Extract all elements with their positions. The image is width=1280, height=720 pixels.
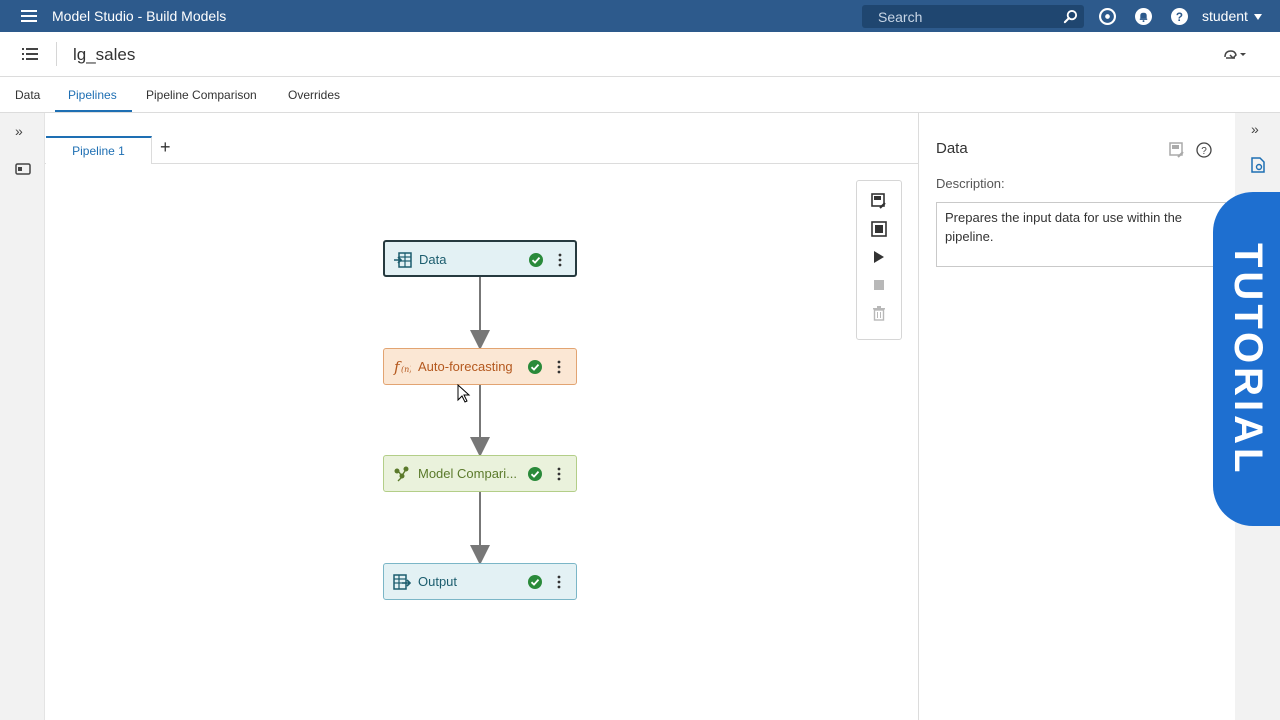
help-icon[interactable]: ?	[1196, 142, 1212, 158]
svg-text:?: ?	[1176, 11, 1183, 24]
app-title: Model Studio - Build Models	[52, 8, 227, 24]
pipeline-tabs: Pipeline 1 +	[45, 113, 918, 164]
projects-list-icon[interactable]	[22, 47, 38, 61]
node-output[interactable]: Output	[383, 563, 577, 600]
delete-icon[interactable]	[871, 305, 887, 321]
tab-overrides[interactable]: Overrides	[288, 88, 340, 102]
project-header: lg_sales	[0, 32, 1280, 77]
model-comparison-icon	[394, 466, 409, 482]
help-icon[interactable]: ?	[1171, 8, 1188, 25]
recent-history-icon[interactable]	[1099, 8, 1116, 25]
more-options-icon[interactable]	[552, 573, 566, 591]
data-source-icon	[394, 252, 412, 268]
node-auto-forecasting[interactable]: f (n) Auto-forecasting	[383, 348, 577, 385]
add-pipeline-button[interactable]: +	[160, 137, 171, 158]
completed-check-icon	[528, 575, 542, 589]
project-title: lg_sales	[73, 45, 136, 64]
node-label: Model Compari...	[418, 466, 517, 481]
search-box	[862, 5, 1084, 28]
save-properties-icon[interactable]	[1169, 142, 1185, 158]
node-data[interactable]: Data	[383, 240, 577, 277]
node-label: Auto-forecasting	[418, 359, 513, 374]
chevron-down-icon	[1253, 14, 1262, 21]
user-name: student	[1202, 8, 1248, 24]
svg-text:(n): (n)	[401, 365, 411, 374]
more-options-icon[interactable]	[553, 251, 567, 269]
tutorial-label: TUTORIAL	[1226, 243, 1270, 477]
fit-view-icon[interactable]	[871, 221, 887, 237]
active-tab-indicator	[55, 110, 132, 112]
description-label: Description:	[936, 176, 1005, 191]
node-label: Data	[419, 252, 447, 267]
output-icon	[393, 574, 411, 590]
expand-properties-panel-icon[interactable]: »	[1251, 121, 1259, 137]
tab-pipeline-comparison[interactable]: Pipeline Comparison	[146, 88, 257, 102]
hamburger-menu-icon[interactable]	[21, 10, 37, 22]
notifications-bell-icon[interactable]	[1135, 8, 1152, 25]
more-options-icon[interactable]	[552, 358, 566, 376]
pipeline-tab-1[interactable]: Pipeline 1	[46, 136, 152, 164]
function-icon: f (n)	[393, 358, 411, 376]
nodes-panel-icon[interactable]	[15, 163, 31, 175]
properties-icon[interactable]	[1250, 157, 1266, 173]
svg-text:?: ?	[1201, 146, 1207, 157]
search-icon[interactable]	[1063, 9, 1078, 24]
more-options-icon[interactable]	[552, 465, 566, 483]
node-model-comparison[interactable]: Model Compari...	[383, 455, 577, 492]
description-field[interactable]: Prepares the input data for use within t…	[936, 202, 1226, 267]
stop-pipeline-icon[interactable]	[871, 277, 887, 293]
canvas-toolbar	[856, 180, 902, 340]
mouse-pointer-icon	[457, 384, 471, 403]
top-bar: Model Studio - Build Models ? student	[0, 0, 1280, 32]
divider	[56, 42, 57, 66]
search-input[interactable]	[862, 5, 1057, 28]
expand-nodes-panel-icon[interactable]: »	[15, 123, 23, 139]
run-pipeline-icon[interactable]	[871, 249, 887, 265]
nodes-panel-rail: »	[0, 113, 45, 720]
project-actions-icon[interactable]	[1222, 45, 1248, 63]
completed-check-icon	[528, 360, 542, 374]
user-menu[interactable]: student	[1202, 8, 1262, 24]
tab-data[interactable]: Data	[15, 88, 40, 102]
tutorial-tab[interactable]: TUTORIAL	[1213, 192, 1280, 526]
properties-panel: Data ? Description: Prepares the input d…	[918, 113, 1235, 720]
properties-title: Data	[936, 140, 968, 157]
tab-pipelines[interactable]: Pipelines	[68, 88, 117, 102]
save-pipeline-icon[interactable]	[871, 193, 887, 209]
completed-check-icon	[529, 253, 543, 267]
node-label: Output	[418, 574, 458, 589]
completed-check-icon	[528, 467, 542, 481]
main-tabs: Data Pipelines Pipeline Comparison Overr…	[0, 77, 1280, 113]
pipeline-canvas[interactable]: Data f (n) Auto-forecasting Mo	[45, 164, 918, 720]
